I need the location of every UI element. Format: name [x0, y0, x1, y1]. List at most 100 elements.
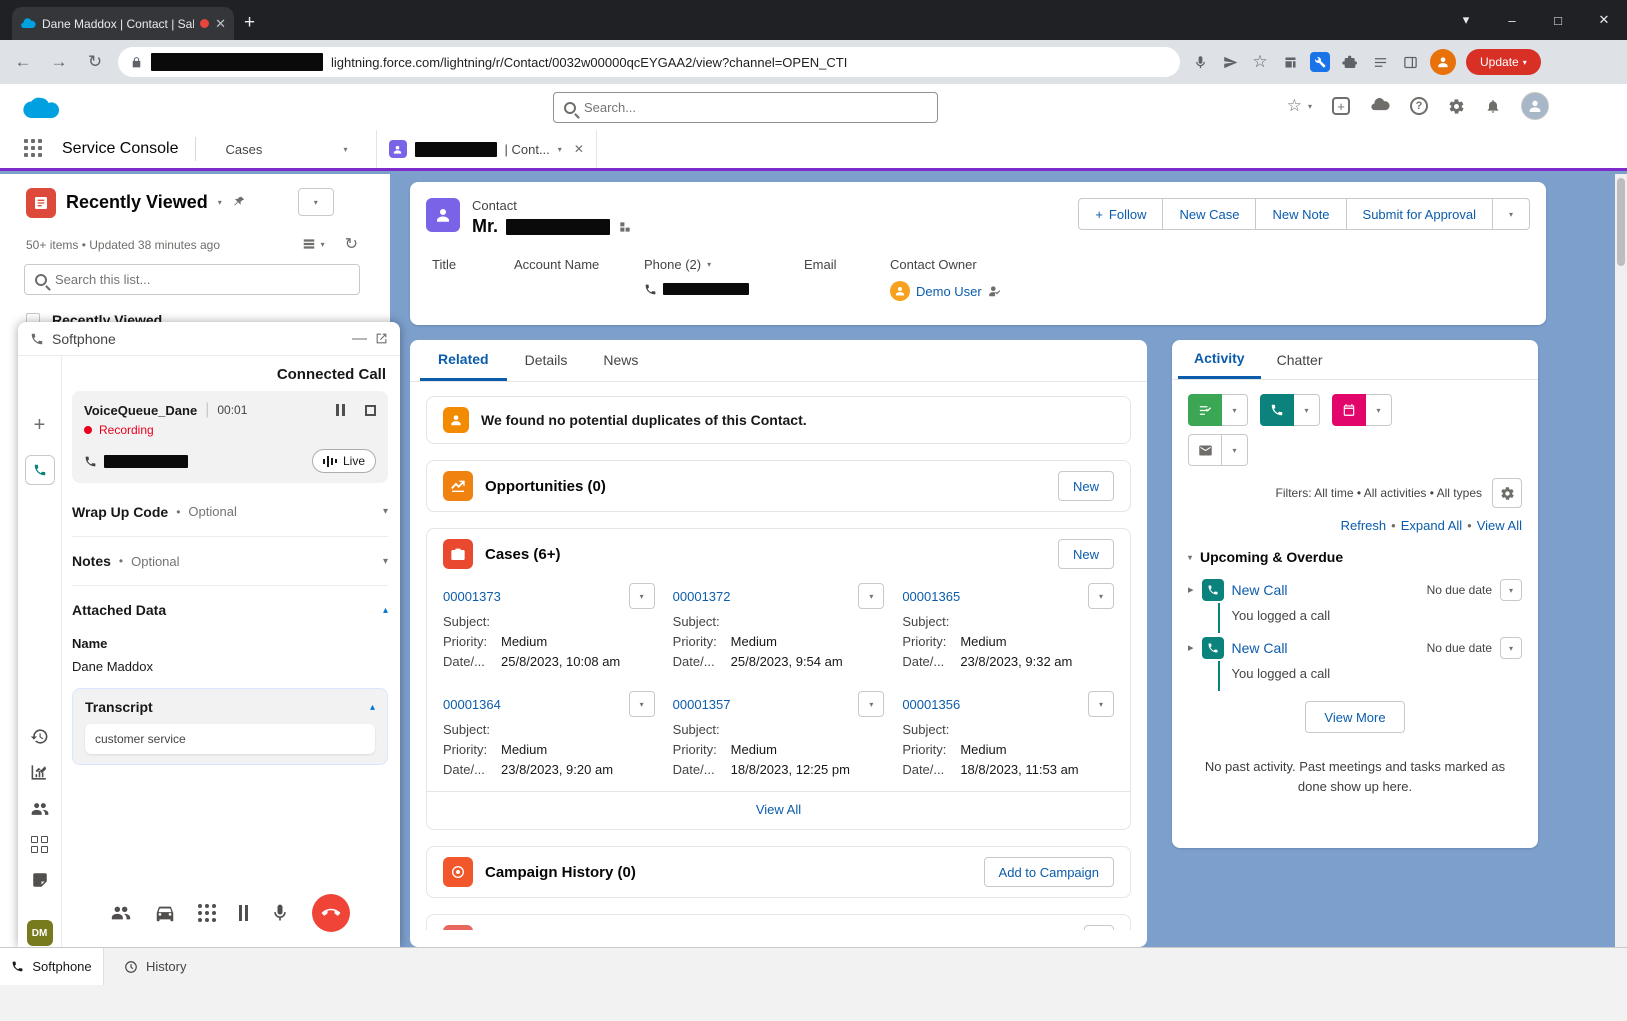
- wrap-up-code-section[interactable]: Wrap Up Code • Optional ▾: [72, 487, 388, 536]
- case-actions-button[interactable]: ▾: [1088, 583, 1114, 609]
- utility-history-tab[interactable]: History: [112, 948, 198, 985]
- tab-search-chevron-icon[interactable]: ▾: [1443, 0, 1489, 40]
- hierarchy-icon[interactable]: [618, 220, 632, 234]
- opportunities-new-button[interactable]: New: [1058, 471, 1114, 501]
- chevron-down-icon[interactable]: ▾: [383, 556, 388, 567]
- log-call-icon[interactable]: [1260, 394, 1294, 426]
- scrollbar-thumb[interactable]: [1617, 178, 1625, 266]
- tab-close-icon[interactable]: ✕: [215, 16, 226, 32]
- global-search[interactable]: [553, 92, 938, 123]
- case-number-link[interactable]: 00001357: [673, 697, 731, 712]
- case-actions-button[interactable]: ▾: [1088, 691, 1114, 717]
- view-more-button[interactable]: View More: [1305, 701, 1404, 733]
- minimize-icon[interactable]: —: [352, 330, 367, 347]
- window-maximize-button[interactable]: □: [1535, 0, 1581, 40]
- cases-title[interactable]: Cases (6+): [485, 546, 560, 563]
- active-call-tab[interactable]: [25, 455, 55, 485]
- bookmark-star-icon[interactable]: ☆: [1250, 52, 1270, 72]
- log-call-chevron-button[interactable]: ▾: [1294, 394, 1320, 426]
- microphone-icon[interactable]: [1190, 52, 1210, 72]
- chevron-up-icon[interactable]: ▴: [370, 702, 375, 713]
- side-panel-icon[interactable]: [1400, 52, 1420, 72]
- new-event-icon[interactable]: [1332, 394, 1366, 426]
- tab-activity[interactable]: Activity: [1178, 340, 1261, 379]
- extensions-puzzle-icon[interactable]: [1340, 52, 1360, 72]
- case-number-link[interactable]: 00001372: [673, 589, 731, 604]
- change-owner-icon[interactable]: [988, 284, 1002, 298]
- timeline-item-actions-button[interactable]: ▾: [1500, 637, 1522, 659]
- case-number-link[interactable]: 00001365: [902, 589, 960, 604]
- contact-tab-close-icon[interactable]: ✕: [574, 142, 584, 156]
- follow-button[interactable]: +Follow: [1078, 198, 1163, 230]
- cases-tab-chevron-icon[interactable]: ▾: [343, 145, 347, 154]
- address-bar[interactable]: lightning.force.com/lightning/r/Contact/…: [118, 47, 1180, 77]
- notes-icon[interactable]: [31, 871, 49, 889]
- popout-icon[interactable]: [375, 332, 388, 345]
- case-actions-button[interactable]: ▾: [629, 691, 655, 717]
- grid-icon[interactable]: [31, 836, 49, 854]
- end-call-button[interactable]: [312, 894, 350, 932]
- new-tab-button[interactable]: +: [244, 12, 255, 34]
- chrome-update-button[interactable]: Update ▾: [1466, 49, 1541, 75]
- cases-new-button[interactable]: New: [1058, 539, 1114, 569]
- timeline-item-link[interactable]: New Call: [1232, 640, 1288, 656]
- side-search-icon[interactable]: [1280, 52, 1300, 72]
- agent-avatar[interactable]: DM: [27, 920, 53, 946]
- case-actions-button[interactable]: ▾: [629, 583, 655, 609]
- share-icon[interactable]: [1220, 52, 1240, 72]
- expand-chevron-icon[interactable]: ▸: [1188, 583, 1194, 596]
- tab-related[interactable]: Related: [420, 340, 507, 381]
- list-view-chevron-icon[interactable]: ▾: [218, 198, 222, 207]
- browser-tab[interactable]: Dane Maddox | Contact | Sal ✕: [12, 7, 234, 40]
- tab-news[interactable]: News: [585, 340, 656, 381]
- owner-link[interactable]: Demo User: [916, 284, 982, 299]
- new-task-chevron-button[interactable]: ▾: [1222, 394, 1248, 426]
- list-search[interactable]: [24, 264, 360, 295]
- hold-icon[interactable]: [336, 404, 345, 416]
- email-icon[interactable]: [1188, 434, 1222, 466]
- dialpad-icon[interactable]: [198, 904, 217, 923]
- new-note-button[interactable]: New Note: [1256, 198, 1346, 230]
- cases-view-all-link[interactable]: View All: [756, 802, 801, 817]
- extension-wrench-icon[interactable]: [1310, 52, 1330, 72]
- app-launcher-icon[interactable]: [24, 139, 44, 159]
- help-icon[interactable]: ?: [1410, 97, 1428, 115]
- activity-settings-gear-icon[interactable]: [1492, 478, 1522, 508]
- car-icon[interactable]: [154, 902, 176, 924]
- add-call-icon[interactable]: +: [34, 414, 46, 437]
- workspace-tab-contact[interactable]: | Cont... ▾ ✕: [376, 130, 597, 168]
- refresh-icon[interactable]: ↻: [345, 234, 358, 254]
- window-close-button[interactable]: ✕: [1581, 0, 1627, 40]
- submit-approval-button[interactable]: Submit for Approval: [1347, 198, 1493, 230]
- microphone-icon[interactable]: [270, 903, 290, 923]
- new-event-chevron-button[interactable]: ▾: [1366, 394, 1392, 426]
- reload-icon[interactable]: ↻: [82, 52, 108, 72]
- cloud-upload-icon[interactable]: [1370, 98, 1390, 114]
- case-number-link[interactable]: 00001364: [443, 697, 501, 712]
- more-actions-button[interactable]: ▾: [1493, 198, 1530, 230]
- scrollbar-track[interactable]: [1615, 174, 1627, 947]
- notifications-bell-icon[interactable]: [1485, 98, 1501, 114]
- list-search-input[interactable]: [55, 272, 349, 287]
- case-actions-button[interactable]: ▾: [858, 691, 884, 717]
- display-as-icon[interactable]: ▾: [302, 237, 325, 251]
- section-chevron-icon[interactable]: ▾: [1188, 553, 1192, 562]
- case-actions-button[interactable]: ▾: [858, 583, 884, 609]
- timeline-item-link[interactable]: New Call: [1232, 582, 1288, 598]
- refresh-link[interactable]: Refresh: [1341, 518, 1387, 533]
- new-task-icon[interactable]: [1188, 394, 1222, 426]
- partial-card-button[interactable]: [1084, 925, 1114, 930]
- timeline-item-actions-button[interactable]: ▾: [1500, 579, 1522, 601]
- global-search-input[interactable]: [584, 100, 927, 115]
- live-transcription-chip[interactable]: Live: [312, 449, 376, 473]
- stop-icon[interactable]: [365, 405, 376, 416]
- opportunities-title[interactable]: Opportunities (0): [485, 478, 606, 495]
- add-to-campaign-button[interactable]: Add to Campaign: [984, 857, 1114, 887]
- chart-icon[interactable]: [30, 763, 49, 782]
- campaign-history-title[interactable]: Campaign History (0): [485, 864, 636, 881]
- reading-list-icon[interactable]: [1370, 52, 1390, 72]
- attached-data-section[interactable]: Attached Data ▴: [72, 585, 388, 634]
- phone-chevron-icon[interactable]: ▾: [707, 260, 711, 269]
- expand-chevron-icon[interactable]: ▸: [1188, 641, 1194, 654]
- people-icon[interactable]: [30, 799, 50, 819]
